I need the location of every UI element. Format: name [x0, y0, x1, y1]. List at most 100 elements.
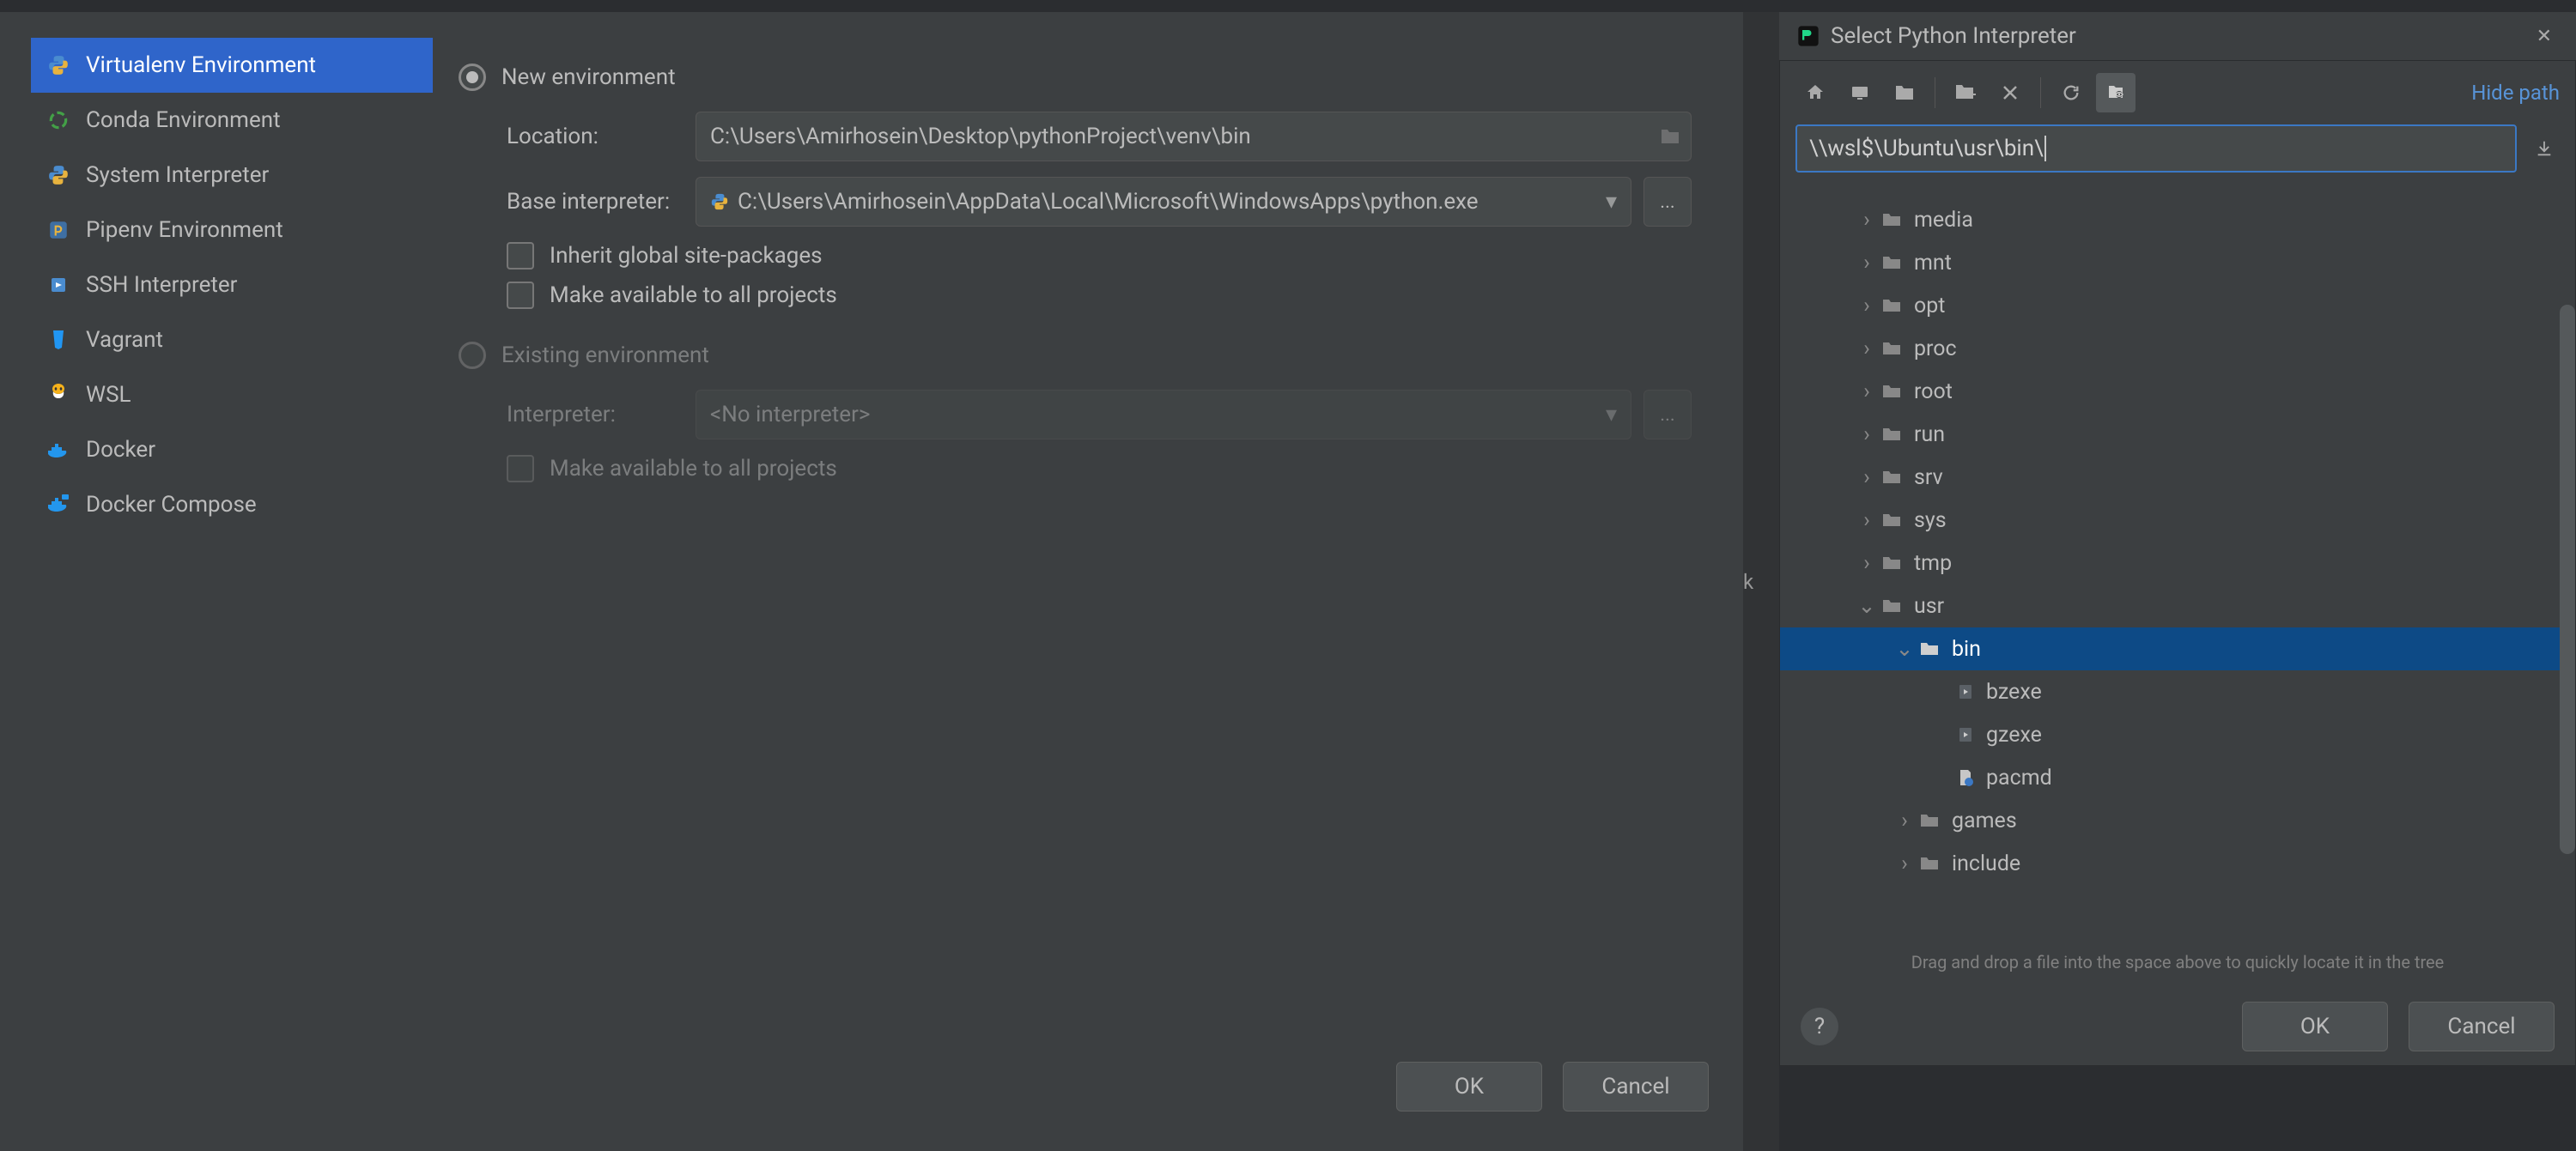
tree-node-label: srv [1914, 465, 1943, 490]
chevron-right-icon[interactable]: › [1856, 508, 1878, 533]
tree-node-label: mnt [1914, 251, 1952, 276]
env-icon [45, 216, 72, 244]
chevron-right-icon[interactable]: › [1893, 851, 1916, 876]
sidebar-item-ssh-interpreter[interactable]: SSH Interpreter [31, 257, 433, 312]
browse-folder-icon[interactable] [1660, 128, 1680, 145]
browse-base-interp-button[interactable]: ... [1643, 177, 1692, 227]
python-icon [710, 192, 729, 211]
sidebar-item-conda-environment[interactable]: Conda Environment [31, 93, 433, 148]
refresh-icon[interactable] [2051, 73, 2091, 112]
tree-folder-mnt[interactable]: › mnt [1780, 241, 2575, 284]
help-icon[interactable]: ? [1801, 1008, 1838, 1045]
base-interp-label: Base interpreter: [507, 189, 696, 215]
show-hidden-icon[interactable] [2096, 73, 2136, 112]
tree-folder-proc[interactable]: › proc [1780, 327, 2575, 370]
fd-ok-button[interactable]: OK [2242, 1002, 2388, 1051]
browse-interp-button[interactable]: ... [1643, 390, 1692, 439]
sidebar-item-docker[interactable]: Docker [31, 422, 433, 477]
pycharm-icon [1796, 24, 1820, 48]
available-all-checkbox-row[interactable]: Make available to all projects [507, 282, 1692, 309]
sidebar-item-label: Conda Environment [86, 107, 281, 133]
base-interp-dropdown[interactable]: C:\Users\Amirhosein\AppData\Local\Micros… [696, 177, 1631, 227]
tree-folder-lost+found[interactable]: ›lost+found [1780, 185, 2575, 198]
chevron-right-icon[interactable]: › [1856, 551, 1878, 576]
new-env-radio[interactable]: New environment [459, 64, 1692, 91]
chevron-right-icon[interactable]: › [1856, 465, 1878, 490]
folder-tree[interactable]: ›lost+found›media›mnt›opt›proc›root›run›… [1780, 185, 2575, 943]
location-input[interactable]: C:\Users\Amirhosein\Desktop\pythonProjec… [696, 112, 1692, 161]
sidebar-item-label: WSL [86, 382, 131, 408]
tree-file-gzexe[interactable]: gzexe [1780, 713, 2575, 756]
desktop-icon[interactable] [1840, 73, 1880, 112]
tree-file-pacmd[interactable]: pacmd [1780, 756, 2575, 799]
tree-folder-opt[interactable]: ›opt [1780, 284, 2575, 327]
env-icon [45, 381, 72, 409]
new-env-label: New environment [501, 64, 676, 90]
sidebar-item-pipenv-environment[interactable]: Pipenv Environment [31, 203, 433, 257]
radio-checked-icon [459, 64, 486, 91]
sidebar-item-virtualenv-environment[interactable]: Virtualenv Environment [31, 38, 433, 93]
tree-folder-games[interactable]: ›games [1780, 799, 2575, 842]
tree-folder-tmp[interactable]: › tmp [1780, 542, 2575, 585]
tree-folder-root[interactable]: ›root [1780, 370, 2575, 413]
chevron-right-icon[interactable]: › [1856, 185, 1878, 190]
cancel-button[interactable]: Cancel [1563, 1062, 1709, 1112]
interpreter-dropdown[interactable]: <No interpreter> ▾ [696, 390, 1631, 439]
tree-folder-bin[interactable]: ⌄ bin [1780, 627, 2575, 670]
venv-config-panel: New environment Location: C:\Users\Amirh… [433, 12, 1743, 1048]
background-letter: k [1743, 12, 1779, 1151]
tree-node-label: proc [1914, 336, 1957, 361]
existing-env-radio[interactable]: Existing environment [459, 342, 1692, 369]
delete-icon[interactable] [1990, 73, 2030, 112]
interpreter-value: <No interpreter> [710, 402, 870, 427]
sidebar-item-label: Pipenv Environment [86, 217, 283, 243]
chevron-right-icon[interactable]: › [1856, 208, 1878, 233]
folder-icon [1881, 382, 1905, 401]
fd-titlebar: Select Python Interpreter ✕ [1779, 12, 2576, 60]
tree-node-label: tmp [1914, 551, 1952, 576]
new-folder-icon[interactable] [1946, 73, 1985, 112]
home-icon[interactable] [1795, 73, 1835, 112]
chevron-right-icon[interactable]: › [1856, 336, 1878, 361]
tree-folder-sys[interactable]: › sys [1780, 499, 2575, 542]
path-input[interactable]: \\wsl$\Ubuntu\usr\bin\ [1795, 124, 2517, 173]
ok-button[interactable]: OK [1396, 1062, 1542, 1112]
tree-folder-usr[interactable]: ⌄usr [1780, 585, 2575, 627]
chevron-right-icon[interactable]: › [1856, 422, 1878, 447]
folder-icon [1919, 811, 1943, 830]
chevron-down-icon[interactable]: ⌄ [1893, 636, 1916, 662]
interpreter-label: Interpreter: [507, 402, 696, 427]
inherit-checkbox-row[interactable]: Inherit global site-packages [507, 242, 1692, 270]
sidebar-item-system-interpreter[interactable]: System Interpreter [31, 148, 433, 203]
chevron-down-icon[interactable]: ⌄ [1856, 593, 1878, 619]
tree-folder-srv[interactable]: › srv [1780, 456, 2575, 499]
project-folder-icon[interactable] [1885, 73, 1924, 112]
tree-node-label: sys [1914, 508, 1947, 533]
tree-folder-run[interactable]: ›run [1780, 413, 2575, 456]
location-value: C:\Users\Amirhosein\Desktop\pythonProjec… [710, 124, 1251, 149]
hide-path-link[interactable]: Hide path [2471, 81, 2560, 105]
fd-title: Select Python Interpreter [1831, 23, 2076, 49]
tree-node-label: bin [1952, 637, 1981, 662]
inherit-label: Inherit global site-packages [550, 243, 823, 269]
chevron-right-icon[interactable]: › [1856, 251, 1878, 276]
chevron-right-icon[interactable]: › [1856, 294, 1878, 318]
tree-folder-include[interactable]: ›include [1780, 842, 2575, 885]
close-icon[interactable]: ✕ [2530, 26, 2559, 47]
chevron-right-icon[interactable]: › [1856, 379, 1878, 404]
existing-env-label: Existing environment [501, 342, 709, 368]
toolbar-separator [2040, 77, 2041, 108]
sidebar-item-wsl[interactable]: WSL [31, 367, 433, 422]
tree-file-bzexe[interactable]: bzexe [1780, 670, 2575, 713]
chevron-right-icon[interactable]: › [1893, 809, 1916, 833]
fd-cancel-button[interactable]: Cancel [2409, 1002, 2555, 1051]
download-icon[interactable] [2529, 124, 2560, 173]
sidebar-item-docker-compose[interactable]: Docker Compose [31, 477, 433, 532]
folder-icon [1881, 185, 1905, 186]
tree-node-label: pacmd [1986, 766, 2052, 791]
tree-folder-media[interactable]: ›media [1780, 198, 2575, 241]
folder-icon [1881, 296, 1905, 315]
path-value: \\wsl$\Ubuntu\usr\bin\ [1809, 136, 2044, 161]
scrollbar[interactable] [2560, 305, 2575, 854]
sidebar-item-vagrant[interactable]: Vagrant [31, 312, 433, 367]
